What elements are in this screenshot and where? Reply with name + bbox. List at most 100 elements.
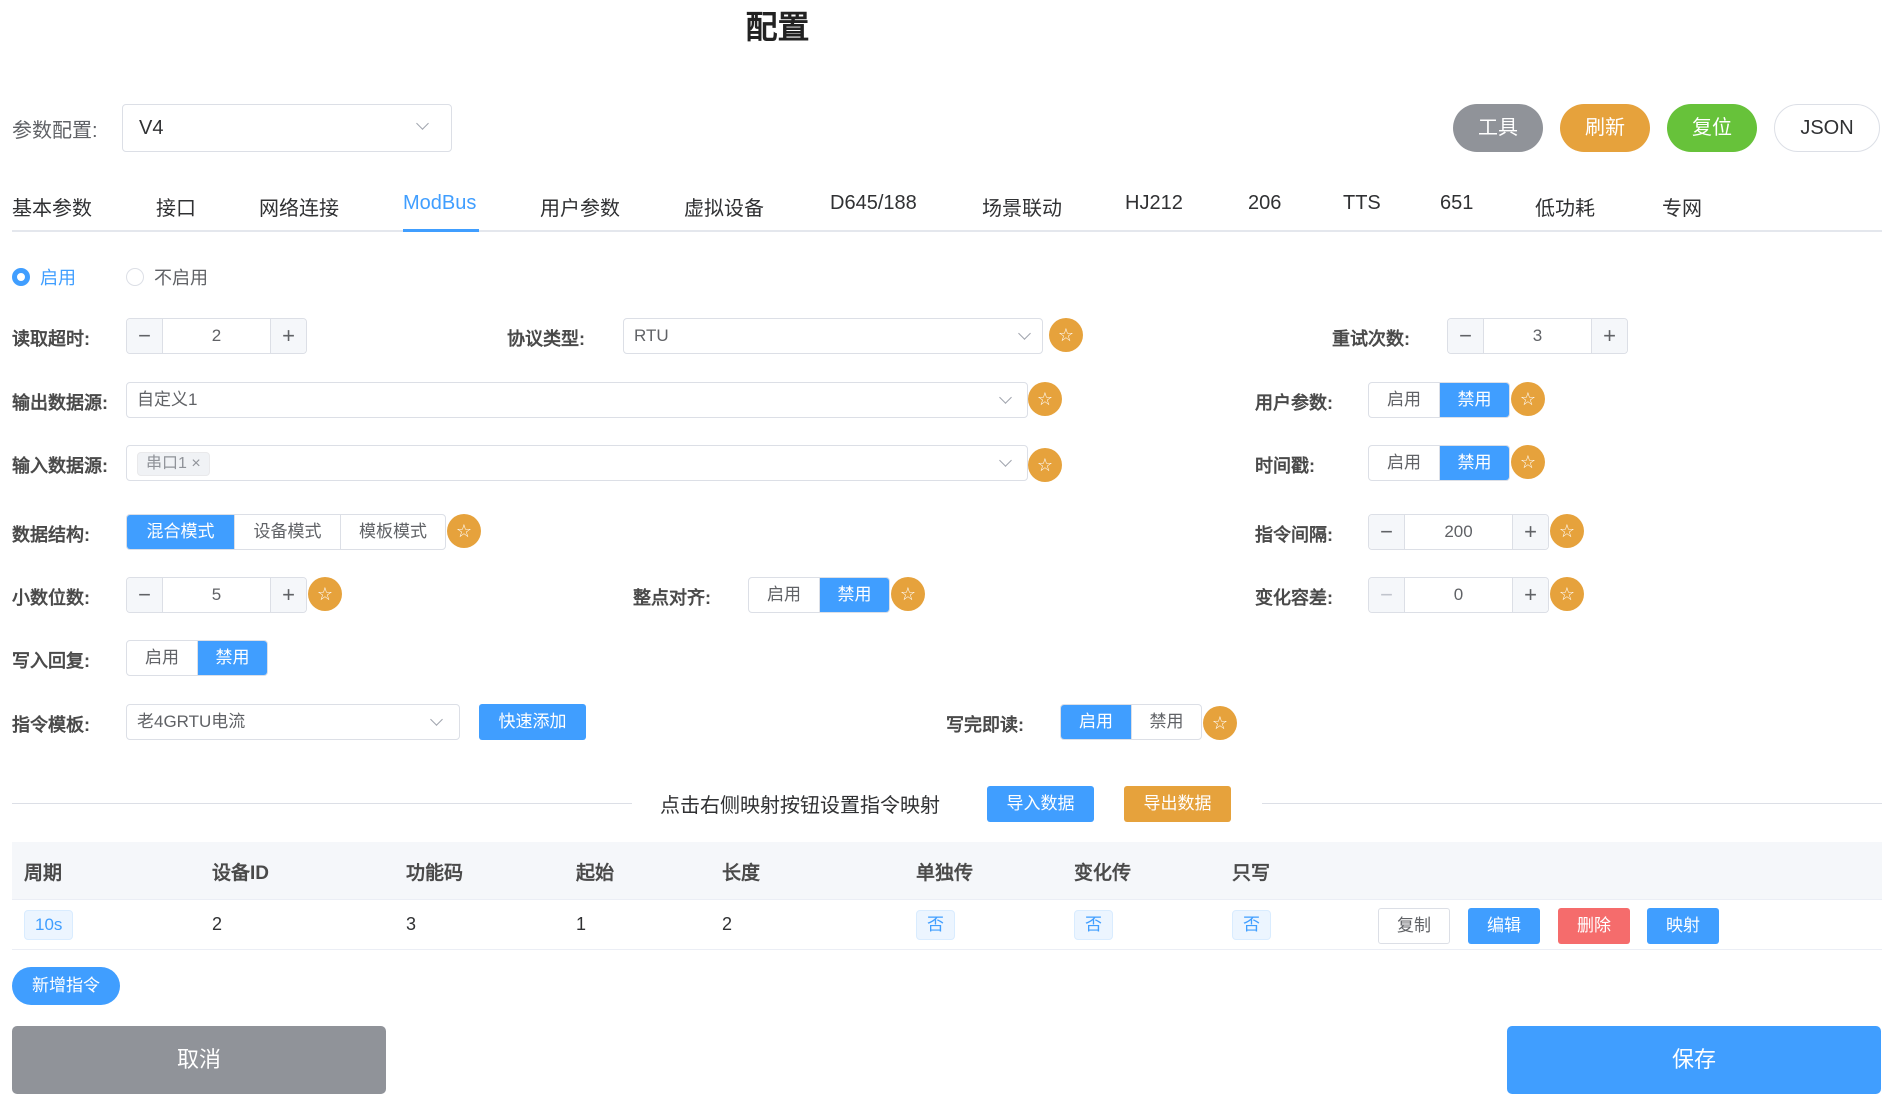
chevron-down-icon [1018,327,1031,340]
increase-button[interactable]: + [1591,319,1627,353]
write-reply-toggle[interactable]: 启用 禁用 [126,640,268,676]
timestamp-toggle[interactable]: 启用 禁用 [1368,445,1510,481]
copy-button[interactable]: 复制 [1378,908,1450,944]
tab-tts[interactable]: TTS [1343,192,1381,215]
option-disable[interactable]: 禁用 [197,641,267,675]
increase-button[interactable]: + [1512,515,1548,549]
read-timeout-stepper[interactable]: − 2 + [126,318,307,354]
option-disable[interactable]: 禁用 [1439,383,1509,417]
read-after-write-toggle[interactable]: 启用 禁用 [1060,704,1202,740]
on-hour-align-toggle[interactable]: 启用 禁用 [748,577,890,613]
decimals-stepper[interactable]: − 5 + [126,577,307,613]
increase-button[interactable]: + [270,578,306,612]
tab-651[interactable]: 651 [1440,192,1473,215]
delete-button[interactable]: 删除 [1558,908,1630,944]
refresh-button[interactable]: 刷新 [1560,104,1650,152]
close-icon[interactable]: × [191,455,200,472]
star-icon[interactable]: ☆ [1028,448,1062,482]
tab-206[interactable]: 206 [1248,192,1281,215]
tab-low-power[interactable]: 低功耗 [1535,192,1595,221]
change-tolerance-value[interactable]: 0 [1405,578,1512,612]
map-button[interactable]: 映射 [1647,908,1719,944]
decrease-button[interactable]: − [127,319,163,353]
timestamp-label: 时间戳: [1255,456,1315,476]
quick-add-button[interactable]: 快速添加 [479,704,586,740]
cancel-button[interactable]: 取消 [12,1026,386,1094]
cmd-interval-stepper[interactable]: − 200 + [1368,514,1549,550]
cell-start: 1 [576,914,587,934]
export-data-button[interactable]: 导出数据 [1124,786,1231,822]
cmd-interval-value[interactable]: 200 [1405,515,1512,549]
user-params-toggle[interactable]: 启用 禁用 [1368,382,1510,418]
header-change: 变化传 [1074,863,1132,884]
star-icon[interactable]: ☆ [1028,382,1062,416]
reset-button[interactable]: 复位 [1667,104,1757,152]
option-mixed[interactable]: 混合模式 [127,515,234,549]
retry-value[interactable]: 3 [1484,319,1591,353]
decrease-button[interactable]: − [1369,578,1405,612]
star-icon[interactable]: ☆ [1550,577,1584,611]
tab-interface[interactable]: 接口 [156,192,196,221]
radio-unchecked-icon [126,268,144,286]
tab-network[interactable]: 网络连接 [259,192,339,221]
header-start: 起始 [576,863,615,884]
increase-button[interactable]: + [270,319,306,353]
decimals-value[interactable]: 5 [163,578,270,612]
input-source-select[interactable]: 串口1 × [126,445,1028,481]
tools-button[interactable]: 工具 [1453,104,1543,152]
tab-private-network[interactable]: 专网 [1662,192,1702,221]
output-source-select[interactable]: 自定义1 [126,382,1028,418]
protocol-select[interactable]: RTU [623,318,1043,354]
star-icon[interactable]: ☆ [1550,514,1584,548]
import-data-button[interactable]: 导入数据 [987,786,1094,822]
star-icon[interactable]: ☆ [1049,318,1083,352]
star-icon[interactable]: ☆ [308,577,342,611]
header-device-id: 设备ID [212,863,270,884]
option-enable[interactable]: 启用 [1369,383,1439,417]
add-command-button[interactable]: 新增指令 [12,967,120,1005]
change-tolerance-stepper[interactable]: − 0 + [1368,577,1549,613]
decrease-button[interactable]: − [1369,515,1405,549]
protocol-value: RTU [634,326,669,345]
decrease-button[interactable]: − [127,578,163,612]
star-icon[interactable]: ☆ [1511,445,1545,479]
option-enable[interactable]: 启用 [749,578,819,612]
option-template[interactable]: 模板模式 [340,515,445,549]
tab-user-params[interactable]: 用户参数 [540,192,620,221]
config-select[interactable]: V4 [122,104,452,152]
divider-left [12,803,632,804]
option-disable[interactable]: 禁用 [1131,705,1201,739]
tab-basic[interactable]: 基本参数 [12,192,92,221]
option-disable[interactable]: 禁用 [1439,446,1509,480]
retry-stepper[interactable]: − 3 + [1447,318,1628,354]
data-structure-toggle[interactable]: 混合模式 设备模式 模板模式 [126,514,446,550]
edit-button[interactable]: 编辑 [1468,908,1540,944]
table-row: 10s 2 3 1 2 否 否 否 复制 编辑 删除 映射 [12,900,1882,950]
json-button[interactable]: JSON [1774,104,1880,152]
radio-checked-icon [12,268,30,286]
header-single: 单独传 [916,863,974,884]
option-disable[interactable]: 禁用 [819,578,889,612]
star-icon[interactable]: ☆ [447,514,481,548]
tab-modbus[interactable]: ModBus [403,192,476,215]
option-enable[interactable]: 启用 [1369,446,1439,480]
on-hour-align-label: 整点对齐: [633,588,711,608]
tab-d645[interactable]: D645/188 [830,192,917,215]
read-timeout-value[interactable]: 2 [163,319,270,353]
cell-func-code: 3 [406,914,417,934]
option-device[interactable]: 设备模式 [234,515,340,549]
option-enable[interactable]: 启用 [1061,705,1131,739]
cmd-template-select[interactable]: 老4GRTU电流 [126,704,460,740]
read-timeout-label: 读取超时: [12,329,90,349]
tab-hj212[interactable]: HJ212 [1125,192,1183,215]
save-button[interactable]: 保存 [1507,1026,1881,1094]
single-tag: 否 [916,910,955,940]
decrease-button[interactable]: − [1448,319,1484,353]
star-icon[interactable]: ☆ [891,577,925,611]
option-enable[interactable]: 启用 [127,641,197,675]
tab-virtual-device[interactable]: 虚拟设备 [684,192,764,221]
star-icon[interactable]: ☆ [1511,382,1545,416]
tab-scene-linkage[interactable]: 场景联动 [982,192,1062,221]
star-icon[interactable]: ☆ [1203,706,1237,740]
increase-button[interactable]: + [1512,578,1548,612]
